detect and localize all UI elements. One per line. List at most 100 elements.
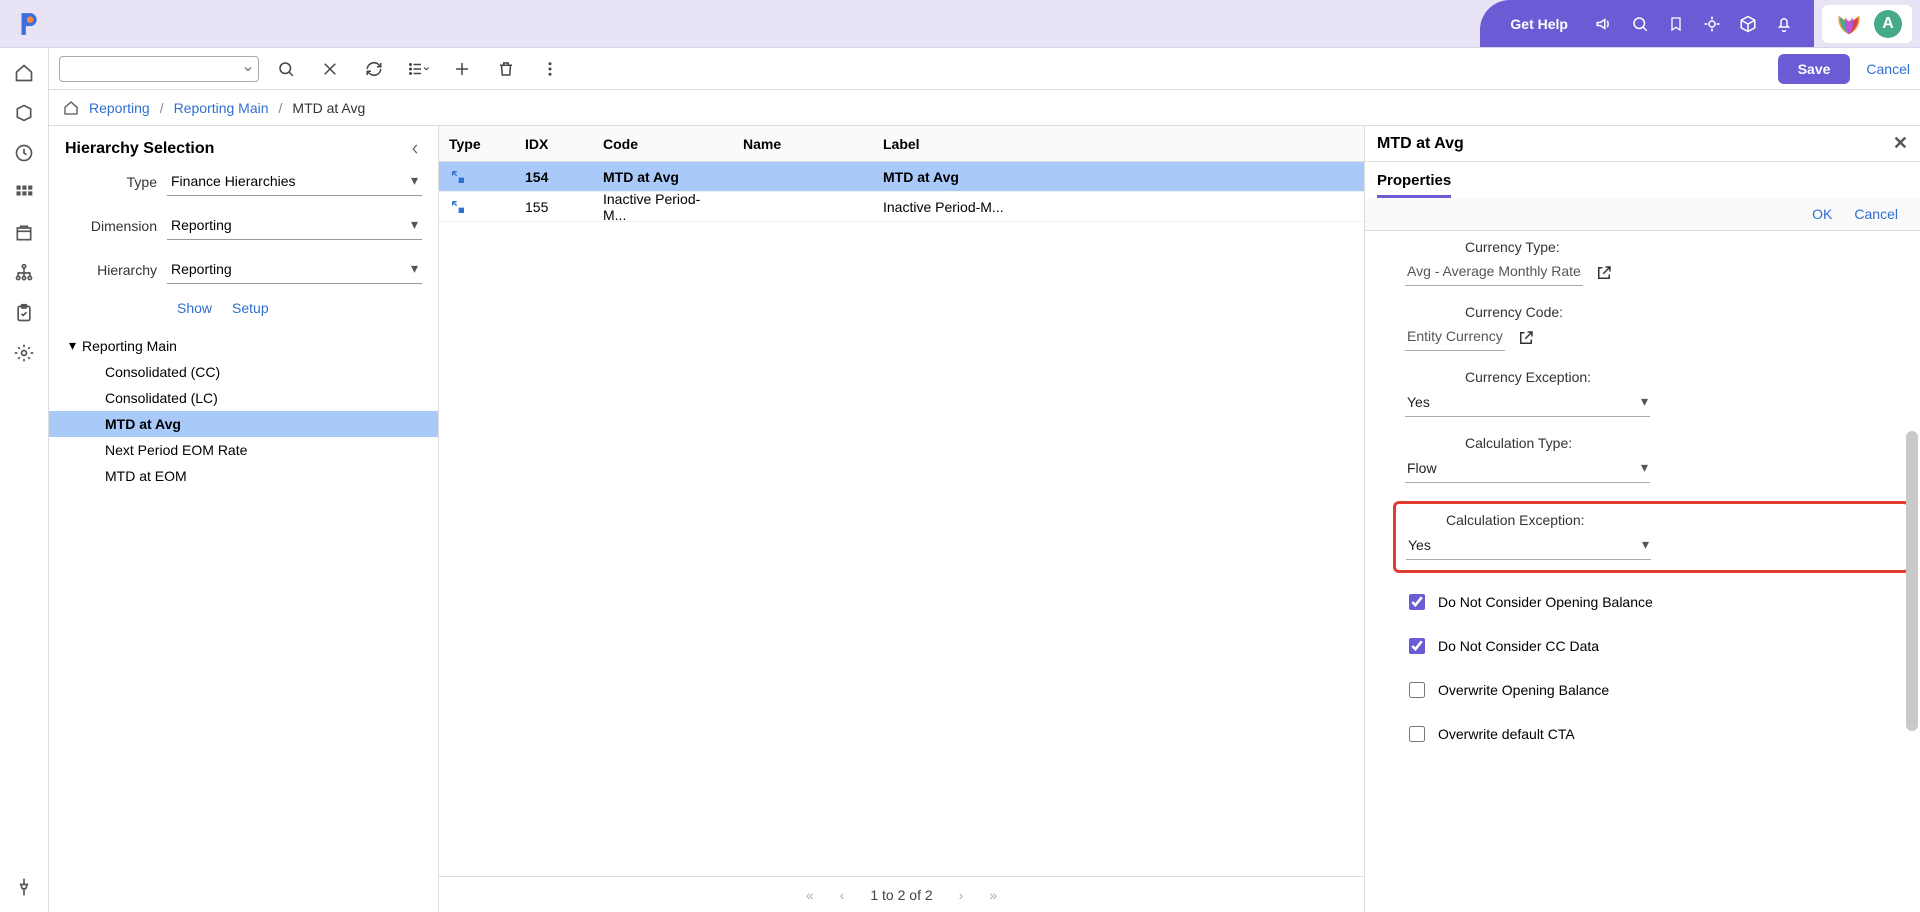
cell-code: Inactive Period-M... [593,191,733,223]
table-row[interactable]: 155Inactive Period-M...Inactive Period-M… [439,192,1364,222]
grid-header: Type IDX Code Name Label [439,126,1364,162]
get-help-link[interactable]: Get Help [1510,16,1568,32]
field-label: Currency Code: [1405,304,1898,320]
chevron-down-icon: ▾ [69,337,76,354]
rail-box-icon[interactable] [13,102,35,124]
type-select[interactable]: Finance Hierarchies ▾ [167,168,422,196]
chevron-down-icon: ▾ [1642,536,1649,553]
checkbox[interactable] [1409,594,1425,610]
toolbar-add-icon[interactable] [445,52,479,86]
breadcrumb: Reporting / Reporting Main / MTD at Avg [49,90,1920,126]
breadcrumb-home-icon[interactable] [63,100,79,116]
rail-building-icon[interactable] [13,222,35,244]
toolbar-delete-icon[interactable] [489,52,523,86]
pager-next-icon[interactable]: › [959,887,964,903]
close-icon[interactable]: ✕ [1893,133,1908,154]
announce-icon[interactable] [1586,6,1622,42]
external-link-icon[interactable] [1595,264,1613,282]
rail-tree-icon[interactable] [13,262,35,284]
tab-properties[interactable]: Properties [1377,172,1451,198]
cancel-button[interactable]: Cancel [1866,61,1910,77]
currency-code-input[interactable]: Entity Currency [1405,324,1505,351]
tree-node[interactable]: Next Period EOM Rate [49,437,438,463]
field-label: Currency Exception: [1405,369,1898,385]
app-logo[interactable] [8,4,48,44]
checkbox[interactable] [1409,726,1425,742]
tree-label: Reporting Main [82,338,177,354]
calculation-type-select[interactable]: Flow ▾ [1405,455,1650,483]
hierarchy-select[interactable]: Reporting ▾ [167,256,422,284]
tree-node[interactable]: Consolidated (CC) [49,359,438,385]
external-link-icon[interactable] [1517,329,1535,347]
field-label: Hierarchy [65,262,157,278]
toolbar-close-icon[interactable] [313,52,347,86]
pager-prev-icon[interactable]: ‹ [840,887,845,903]
breadcrumb-link[interactable]: Reporting Main [174,100,269,116]
toolbar-list-icon[interactable] [401,52,435,86]
bookmark-icon[interactable] [1658,6,1694,42]
checkbox[interactable] [1409,682,1425,698]
toolbar-combo[interactable] [59,56,259,82]
pager-first-icon[interactable]: « [806,887,814,903]
breadcrumb-sep: / [279,100,283,116]
tree-root[interactable]: ▾ Reporting Main [49,332,438,359]
calculation-exception-select[interactable]: Yes ▾ [1406,532,1651,560]
rail-grid-icon[interactable] [13,182,35,204]
cube-icon[interactable] [1730,6,1766,42]
tree-node[interactable]: MTD at Avg [49,411,438,437]
cell-idx: 154 [515,169,593,185]
chevron-down-icon: ▾ [411,216,418,233]
target-icon[interactable] [1694,6,1730,42]
properties-ok[interactable]: OK [1812,206,1832,222]
grid-pager: « ‹ 1 to 2 of 2 › » [439,876,1364,912]
properties-cancel[interactable]: Cancel [1854,206,1898,222]
col-type[interactable]: Type [439,136,515,152]
rail-pin-icon[interactable] [13,876,35,898]
currency-exception-select[interactable]: Yes ▾ [1405,389,1650,417]
col-code[interactable]: Code [593,136,733,152]
checkbox-row: Do Not Consider CC Data [1405,635,1898,657]
field-label: Type [65,174,157,190]
field-label: Calculation Type: [1405,435,1898,451]
rail-gear-icon[interactable] [13,342,35,364]
checkbox[interactable] [1409,638,1425,654]
user-avatar[interactable]: A [1874,10,1902,38]
rail-clock-icon[interactable] [13,142,35,164]
scrollbar-thumb[interactable] [1906,431,1918,731]
save-button[interactable]: Save [1778,54,1851,84]
show-link[interactable]: Show [177,300,212,316]
chevron-down-icon: ▾ [1641,459,1648,476]
setup-link[interactable]: Setup [232,300,269,316]
col-label[interactable]: Label [873,136,1364,152]
select-value: Finance Hierarchies [171,173,296,189]
currency-type-input[interactable]: Avg - Average Monthly Rate [1405,259,1583,286]
pager-status: 1 to 2 of 2 [870,887,932,903]
col-name[interactable]: Name [733,136,873,152]
collapse-icon[interactable] [408,142,422,156]
select-value: Flow [1407,460,1641,476]
toolbar-more-icon[interactable] [533,52,567,86]
input-value: Entity Currency [1407,328,1503,344]
chevron-down-icon [242,63,254,75]
scrollbar[interactable] [1906,231,1918,912]
properties-panel: MTD at Avg ✕ Properties OK Cancel Curren… [1365,126,1920,912]
table-row[interactable]: 154MTD at AvgMTD at Avg [439,162,1364,192]
checkbox-label: Do Not Consider CC Data [1438,638,1599,654]
chevron-down-icon: ▾ [1641,393,1648,410]
dimension-select[interactable]: Reporting ▾ [167,212,422,240]
pager-last-icon[interactable]: » [989,887,997,903]
tenant-logo-icon [1832,11,1866,37]
field-label: Currency Type: [1405,239,1898,255]
tree-node[interactable]: MTD at EOM [49,463,438,489]
rail-clipboard-icon[interactable] [13,302,35,324]
bell-icon[interactable] [1766,6,1802,42]
checkbox-label: Overwrite default CTA [1438,726,1575,742]
toolbar-refresh-icon[interactable] [357,52,391,86]
breadcrumb-link[interactable]: Reporting [89,100,150,116]
rail-home-icon[interactable] [13,62,35,84]
tree-node[interactable]: Consolidated (LC) [49,385,438,411]
chevron-down-icon: ▾ [411,260,418,277]
col-idx[interactable]: IDX [515,136,593,152]
search-icon[interactable] [1622,6,1658,42]
toolbar-search-icon[interactable] [269,52,303,86]
